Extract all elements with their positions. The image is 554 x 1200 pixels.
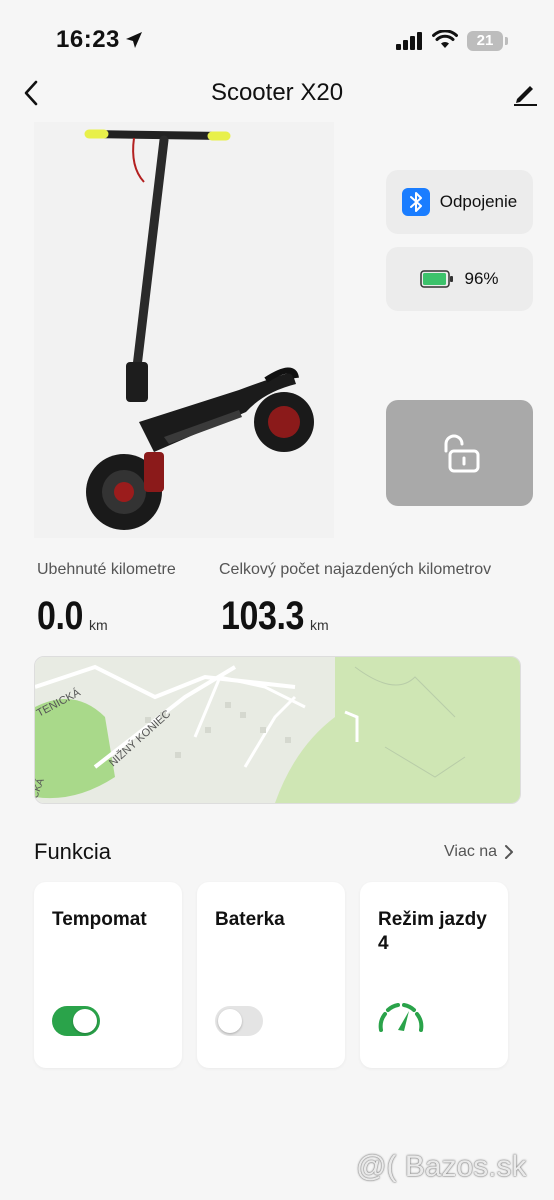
back-button[interactable] bbox=[16, 76, 46, 110]
trip-distance-unit: km bbox=[89, 617, 108, 633]
functions-title: Funkcia bbox=[34, 839, 112, 864]
function-card-ride-mode[interactable]: Režim jazdy 4 bbox=[360, 882, 508, 1068]
more-functions-label: Viac na bbox=[444, 843, 498, 860]
pencil-icon bbox=[514, 86, 537, 106]
bluetooth-icon bbox=[401, 188, 430, 216]
location-arrow-icon bbox=[126, 32, 142, 48]
scooter-image bbox=[34, 122, 334, 538]
trip-distance-value: 0.0 bbox=[37, 594, 83, 638]
chevron-left-icon bbox=[24, 80, 38, 106]
nav-bar: Scooter X20 bbox=[0, 62, 554, 124]
battery-icon bbox=[420, 270, 454, 288]
unlock-icon bbox=[444, 434, 479, 473]
baterka-toggle[interactable] bbox=[215, 1006, 263, 1036]
function-card-tempomat[interactable]: Tempomat bbox=[34, 882, 182, 1068]
battery-tip bbox=[505, 37, 508, 45]
more-functions-link[interactable]: Viac na bbox=[444, 843, 515, 861]
tempomat-toggle[interactable] bbox=[52, 1006, 100, 1036]
watermark: @( Bazos.sk bbox=[356, 1150, 527, 1183]
toggle-knob bbox=[218, 1009, 242, 1033]
battery-status-icon: 21 bbox=[467, 31, 503, 51]
cellular-signal-icon bbox=[396, 32, 422, 50]
battery-card: 96% bbox=[386, 247, 533, 311]
location-map[interactable]: TENICKÁ NIŽNÝ KONIEC CKÁ bbox=[34, 656, 521, 804]
total-distance-unit: km bbox=[310, 617, 329, 633]
function-card-baterka[interactable]: Baterka bbox=[197, 882, 345, 1068]
toggle-knob bbox=[73, 1009, 97, 1033]
total-distance-label: Celkový počet najazdených kilometrov bbox=[219, 561, 492, 578]
gauge-icon[interactable] bbox=[376, 998, 426, 1034]
function-card-title: Baterka bbox=[215, 909, 285, 930]
chevron-right-icon bbox=[505, 845, 514, 859]
function-card-title: Tempomat bbox=[52, 909, 147, 930]
lock-toggle-button[interactable] bbox=[386, 400, 533, 506]
map-canvas: TENICKÁ NIŽNÝ KONIEC CKÁ bbox=[35, 657, 520, 803]
edit-button[interactable] bbox=[508, 76, 542, 110]
connection-label: Odpojenie bbox=[439, 192, 518, 211]
status-time: 16:23 bbox=[56, 26, 120, 53]
total-distance-value: 103.3 bbox=[221, 594, 304, 638]
function-card-title: Režim jazdy 4 bbox=[378, 909, 487, 954]
bluetooth-disconnect-button[interactable]: Odpojenie bbox=[386, 170, 533, 234]
page-title: Scooter X20 bbox=[210, 79, 344, 106]
battery-percent: 96% bbox=[464, 269, 499, 288]
wifi-icon bbox=[432, 30, 458, 48]
trip-distance-label: Ubehnuté kilometre bbox=[37, 561, 176, 578]
